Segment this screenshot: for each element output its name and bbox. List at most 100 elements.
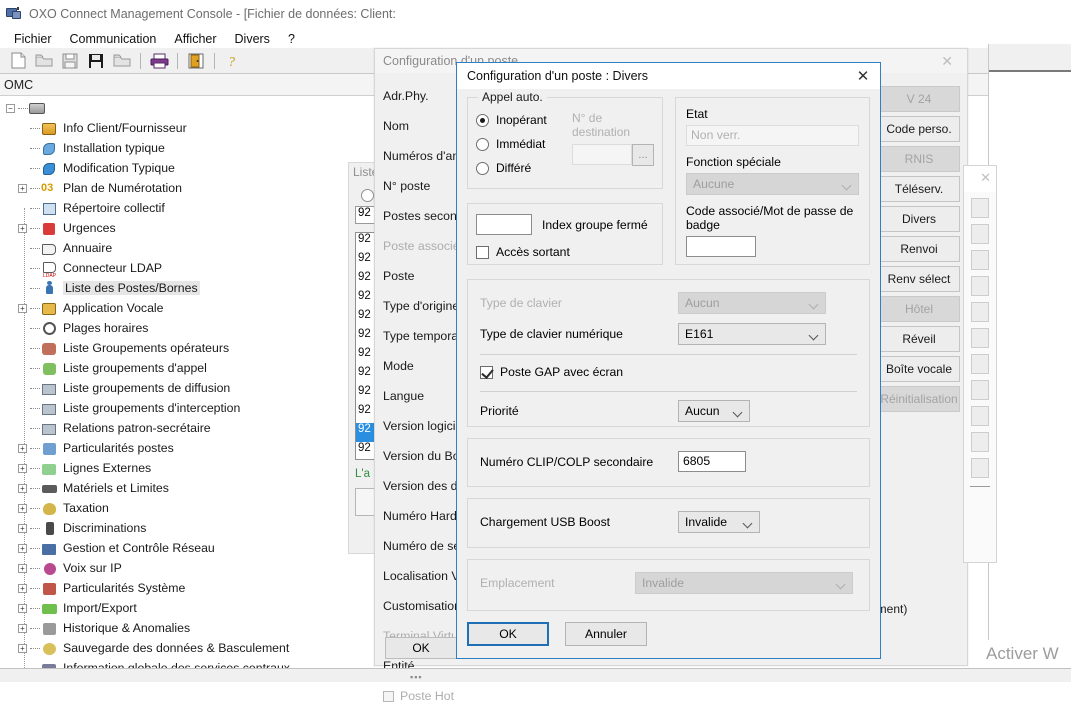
tree-item-22[interactable]: + Voix sur IP (0, 558, 372, 578)
resize-grip-icon[interactable]: ▪▪▪ (410, 672, 423, 682)
poste-ok-button[interactable]: OK (385, 637, 457, 659)
expand-icon[interactable]: + (18, 443, 27, 453)
side-button-divers[interactable]: Divers (878, 206, 960, 232)
side-button-renv-s-lect[interactable]: Renv sélect (878, 266, 960, 292)
expand-icon[interactable]: + (18, 603, 27, 613)
tree-item-23[interactable]: + Particularités Système (0, 578, 372, 598)
expand-icon[interactable]: + (18, 643, 27, 653)
narrow-window-button[interactable] (971, 354, 989, 374)
list-filter-radio[interactable] (361, 189, 374, 202)
tree-item-5[interactable]: + Urgences (0, 218, 372, 238)
expand-icon[interactable]: + (18, 523, 27, 533)
tree-item-1[interactable]: Installation typique (0, 138, 372, 158)
code-associe-input[interactable] (686, 236, 756, 257)
clip-colp-input[interactable]: 6805 (678, 451, 746, 472)
tree-item-15[interactable]: Relations patron-secrétaire (0, 418, 372, 438)
usb-boost-select[interactable]: Invalide (678, 511, 760, 533)
tree-item-17[interactable]: + Lignes Externes (0, 458, 372, 478)
narrow-window-button[interactable] (971, 380, 989, 400)
exit-door-icon[interactable] (184, 50, 208, 72)
print-icon[interactable] (147, 50, 171, 72)
checkbox-icon[interactable] (480, 365, 493, 379)
expand-icon[interactable]: + (18, 303, 27, 313)
tree-item-21[interactable]: + Gestion et Contrôle Réseau (0, 538, 372, 558)
new-file-icon[interactable] (6, 50, 30, 72)
tree-item-9[interactable]: + Application Vocale (0, 298, 372, 318)
side-button-r-veil[interactable]: Réveil (878, 326, 960, 352)
type-clavier-numerique-select[interactable]: E161 (678, 323, 826, 345)
open-folder-icon[interactable] (32, 50, 56, 72)
acces-sortant-checkbox-row[interactable]: Accès sortant (476, 245, 654, 259)
narrow-window-button[interactable] (971, 432, 989, 452)
side-button-renvoi[interactable]: Renvoi (878, 236, 960, 262)
tree-item-18[interactable]: + Matériels et Limites (0, 478, 372, 498)
tree-item-10[interactable]: Plages horaires (0, 318, 372, 338)
save-as-floppy-icon[interactable] (84, 50, 108, 72)
radio-differe[interactable]: Différé (476, 156, 572, 180)
narrow-window-button[interactable] (971, 302, 989, 322)
poste-gap-checkbox-row[interactable]: Poste GAP avec écran (480, 359, 857, 385)
menu-item-divers[interactable]: Divers (226, 31, 279, 47)
tree-item-13[interactable]: Liste groupements de diffusion (0, 378, 372, 398)
tree-item-11[interactable]: Liste Groupements opérateurs (0, 338, 372, 358)
narrow-window-button[interactable] (971, 328, 989, 348)
menu-item-fichier[interactable]: Fichier (5, 31, 61, 47)
checkbox-icon[interactable] (383, 690, 394, 702)
tree-item-27[interactable]: Information globale des services centrau… (0, 658, 372, 668)
destination-input[interactable] (572, 144, 632, 165)
tree-item-14[interactable]: Liste groupements d'interception (0, 398, 372, 418)
side-button-bo-te-vocale[interactable]: Boîte vocale (878, 356, 960, 382)
help-question-icon[interactable]: ? (221, 50, 245, 72)
tree-item-3[interactable]: +03 Plan de Numérotation (0, 178, 372, 198)
index-groupe-input[interactable] (476, 214, 532, 235)
side-button-t-l-serv[interactable]: Téléserv. (878, 176, 960, 202)
expand-icon[interactable]: + (18, 463, 27, 473)
radio-button-icon[interactable] (476, 161, 489, 175)
expand-icon[interactable]: + (18, 223, 27, 233)
radio-button-icon[interactable] (476, 113, 489, 127)
narrow-window-button[interactable] (971, 276, 989, 296)
save-icon[interactable] (58, 50, 82, 72)
close-icon[interactable]: ✕ (980, 170, 991, 186)
radio-immediat[interactable]: Immédiat (476, 132, 572, 156)
tree-item-8[interactable]: Liste des Postes/Bornes (0, 278, 372, 298)
tree-item-20[interactable]: + Discriminations (0, 518, 372, 538)
expand-icon[interactable]: + (18, 543, 27, 553)
expand-icon[interactable]: + (18, 483, 27, 493)
expand-icon[interactable]: + (18, 503, 27, 513)
poste-hot-checkbox-row[interactable]: Poste Hot (383, 681, 503, 711)
tree-item-12[interactable]: Liste groupements d'appel (0, 358, 372, 378)
tree-item-19[interactable]: + Taxation (0, 498, 372, 518)
narrow-window-button[interactable] (971, 406, 989, 426)
radio-button-icon[interactable] (476, 137, 489, 151)
side-button-code-perso[interactable]: Code perso. (878, 116, 960, 142)
narrow-window-button[interactable] (971, 198, 989, 218)
tree-item-0[interactable]: Info Client/Fournisseur (0, 118, 372, 138)
menu-item-communication[interactable]: Communication (61, 31, 166, 47)
narrow-window-button[interactable] (971, 250, 989, 270)
tree-item-16[interactable]: + Particularités postes (0, 438, 372, 458)
close-icon[interactable]: ✕ (848, 64, 878, 88)
radio-inoperant[interactable]: Inopérant (476, 108, 572, 132)
tree-item-4[interactable]: Répertoire collectif (0, 198, 372, 218)
tree-item-24[interactable]: + Import/Export (0, 598, 372, 618)
expand-icon[interactable]: + (18, 563, 27, 573)
close-icon[interactable]: ✕ (931, 53, 963, 70)
tree-item-2[interactable]: Modification Typique (0, 158, 372, 178)
menu-item-afficher[interactable]: Afficher (165, 31, 225, 47)
tree-item-25[interactable]: + Historique & Anomalies (0, 618, 372, 638)
open-folder2-icon[interactable] (110, 50, 134, 72)
expand-icon[interactable]: + (18, 623, 27, 633)
destination-browse-button[interactable]: ... (632, 144, 654, 166)
collapse-icon[interactable]: − (6, 103, 15, 113)
checkbox-icon[interactable] (476, 245, 489, 259)
navigation-tree[interactable]: − Info Client/Fournisseur Installation ty… (0, 98, 372, 668)
divers-cancel-button[interactable]: Annuler (565, 622, 647, 646)
priorite-select[interactable]: Aucun (678, 400, 750, 422)
expand-icon[interactable]: + (18, 583, 27, 593)
expand-icon[interactable]: + (18, 183, 27, 193)
divers-ok-button[interactable]: OK (467, 622, 549, 646)
tree-item-6[interactable]: Annuaire (0, 238, 372, 258)
tree-item-26[interactable]: + Sauvegarde des données & Basculement (0, 638, 372, 658)
narrow-window-button[interactable] (971, 458, 989, 478)
